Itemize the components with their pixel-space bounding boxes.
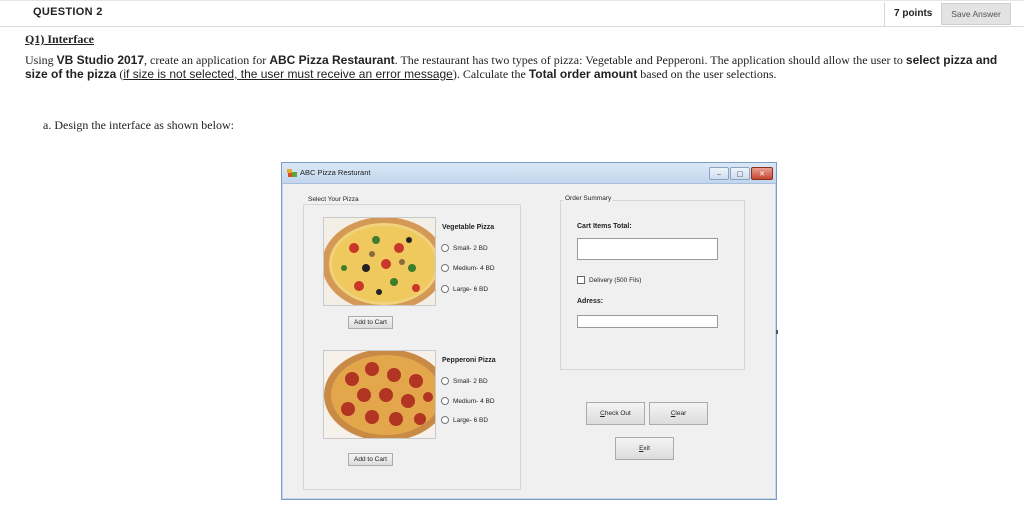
radio-circle xyxy=(441,264,449,272)
veg-medium-radio[interactable]: Medium- 4 BD xyxy=(441,264,495,272)
delivery-checkbox[interactable]: Delivery (500 Fils) xyxy=(577,276,641,284)
close-icon: ✕ xyxy=(759,169,765,178)
window-titlebar[interactable]: ABC Pizza Resturant ‒ □ ✕ xyxy=(282,163,776,184)
part-a-text: a. Design the interface as shown below: xyxy=(43,118,234,132)
minimize-button[interactable]: ‒ xyxy=(709,167,729,180)
radio-circle xyxy=(441,416,449,424)
pepperoni-pizza-image xyxy=(323,350,436,439)
pep-medium-label: Medium- 4 BD xyxy=(453,397,495,405)
question-header xyxy=(0,0,1024,27)
question-heading: Q1) Interface xyxy=(25,32,94,46)
pep-large-radio[interactable]: Large- 6 BD xyxy=(441,416,488,424)
maximize-icon: □ xyxy=(736,169,744,178)
pep-large-label: Large- 6 BD xyxy=(453,416,489,424)
checkbox-square xyxy=(577,276,585,284)
question-title: QUESTION 2 xyxy=(33,6,103,18)
vegetable-pizza-image xyxy=(323,217,436,306)
cart-total-textbox[interactable] xyxy=(577,238,718,260)
question-paragraph: Using VB Studio 2017, create an applicat… xyxy=(25,53,998,81)
veg-large-radio[interactable]: Large- 6 BD xyxy=(441,285,488,293)
pep-small-radio[interactable]: Small- 2 BD xyxy=(441,377,488,385)
maximize-button[interactable]: □ xyxy=(730,167,750,180)
select-pizza-group-label: Select Your Pizza xyxy=(306,196,361,203)
pepperoni-pizza-illustration xyxy=(324,351,435,438)
address-textbox[interactable] xyxy=(577,315,718,328)
veg-small-radio[interactable]: Small- 2 BD xyxy=(441,244,488,252)
exit-button[interactable]: Exit xyxy=(615,437,674,460)
minimize-icon: ‒ xyxy=(716,169,722,178)
vegetable-pizza-title: Vegetable Pizza xyxy=(442,224,495,231)
app-icon xyxy=(287,169,297,177)
pep-add-to-cart-button[interactable]: Add to Cart xyxy=(348,453,393,466)
address-label: Adress: xyxy=(577,298,604,305)
pepperoni-pizza-title: Pepperoni Pizza xyxy=(442,357,496,364)
window-resize-marker xyxy=(776,330,778,334)
radio-circle xyxy=(441,244,449,252)
points-label: 7 points xyxy=(894,8,933,19)
pep-medium-radio[interactable]: Medium- 4 BD xyxy=(441,397,495,405)
delivery-label: Delivery (500 Fils) xyxy=(589,276,642,284)
radio-circle xyxy=(441,377,449,385)
vegetable-pizza-illustration xyxy=(324,218,435,305)
close-button[interactable]: ✕ xyxy=(751,167,773,180)
order-summary-group-label: Order Summary xyxy=(563,195,614,202)
veg-medium-label: Medium- 4 BD xyxy=(453,264,495,272)
pep-small-label: Small- 2 BD xyxy=(453,377,488,385)
veg-large-label: Large- 6 BD xyxy=(453,285,489,293)
cart-items-total-label: Cart Items Total: xyxy=(577,223,632,230)
radio-circle xyxy=(441,397,449,405)
save-answer-button[interactable]: Save Answer xyxy=(941,3,1011,25)
clear-button[interactable]: Clear xyxy=(649,402,708,425)
radio-circle xyxy=(441,285,449,293)
veg-small-label: Small- 2 BD xyxy=(453,244,488,252)
veg-add-to-cart-button[interactable]: Add to Cart xyxy=(348,316,393,329)
form-window: ABC Pizza Resturant ‒ □ ✕ Select Your Pi… xyxy=(281,162,777,500)
check-out-button[interactable]: Check Out xyxy=(586,402,645,425)
window-title: ABC Pizza Resturant xyxy=(300,168,371,177)
